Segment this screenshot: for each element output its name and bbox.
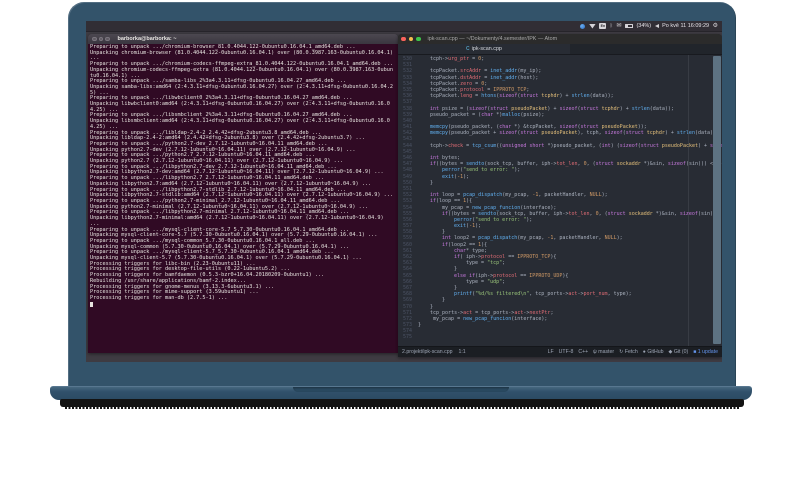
terminal-maximize-button[interactable] xyxy=(105,36,110,42)
atom-window: ipk-scan.cpp — ~/Dokumenty/4.semester/IP… xyxy=(398,34,722,357)
terminal-body[interactable]: Preparing to unpack .../chromium-browser… xyxy=(88,44,398,353)
line-number: 575 xyxy=(402,334,412,341)
session-gear-icon[interactable]: ⚙ xyxy=(713,23,718,29)
terminal-titlebar[interactable]: barborka@barborka: ~ xyxy=(88,34,398,44)
tab-label: ipk-scan.cpp xyxy=(471,46,502,52)
atom-status-bar: 2.projekt/ipk-scan.cpp 1:1 LF UTF-8 C++ ψ ma… xyxy=(398,346,722,357)
status-right: LF UTF-8 C++ ψ master ↻ Fetch ● GitHub ◆ Git (0) ■ 1… xyxy=(548,349,718,355)
git-branch-icon: ψ xyxy=(593,348,597,355)
status-item-label: Fetch xyxy=(624,349,638,355)
keyboard-layout-label: En xyxy=(600,24,606,28)
laptop-mockup: En ᛒ ✉ (34%) Po kvě 11 16:09:29 ⚙ barbor… xyxy=(0,0,800,477)
laptop-lid-notch xyxy=(293,387,509,392)
laptop-bottom-strip xyxy=(60,399,744,409)
status-item-c-[interactable]: C++ xyxy=(578,349,588,355)
laptop-base xyxy=(50,386,752,400)
terminal-window: barborka@barborka: ~ Preparing to unpack… xyxy=(88,34,398,353)
wrap-guide xyxy=(688,55,689,346)
app-indicator-icon[interactable] xyxy=(580,23,586,29)
keyboard-layout-indicator[interactable]: En xyxy=(599,23,607,29)
sync-icon: ↻ xyxy=(619,348,624,355)
status-item-git-0-[interactable]: ◆ Git (0) xyxy=(668,349,688,355)
status-item-label: GitHub xyxy=(647,349,664,355)
code-lines: tcph->urg_ptr = 0; tcpPacket.srcAddr = in… xyxy=(415,55,722,346)
code-line: memcpy(pseudo_packet + sizeof(struct pse… xyxy=(430,130,720,137)
status-file-path[interactable]: 2.projekt/ipk-scan.cpp xyxy=(402,349,452,355)
atom-titlebar[interactable]: ipk-scan.cpp — ~/Dokumenty/4.semester/IP… xyxy=(398,34,722,44)
system-tray: En ᛒ ✉ (34%) Po kvě 11 16:09:29 ⚙ xyxy=(580,23,722,29)
terminal-line: Unpacking libpython2.7-minimal:amd64 (2.… xyxy=(90,215,387,227)
battery-icon[interactable] xyxy=(624,23,634,29)
desktop: En ᛒ ✉ (34%) Po kvě 11 16:09:29 ⚙ barbor… xyxy=(86,21,722,362)
status-cursor-position[interactable]: 1:1 xyxy=(458,349,465,355)
bluetooth-icon[interactable]: ᛒ xyxy=(610,23,613,29)
terminal-line: Unpacking libsmbclient:amd64 (2:4.3.11+d… xyxy=(90,118,390,130)
code-editor[interactable]: 530 531 532 533 534 535 536 537 538 539 540 541 542 5… xyxy=(398,55,722,346)
terminal-line: Processing triggers for man-db (2.7.5-1)… xyxy=(90,294,228,301)
atom-window-title: ipk-scan.cpp — ~/Dokumenty/4.semester/IP… xyxy=(427,36,558,42)
status-item-fetch[interactable]: ↻ Fetch xyxy=(619,349,638,355)
editor-scrollbar[interactable] xyxy=(713,56,721,344)
top-panel: En ᛒ ✉ (34%) Po kvě 11 16:09:29 ⚙ xyxy=(86,21,722,32)
atom-maximize-button[interactable] xyxy=(416,36,421,42)
status-item-1-update[interactable]: ■ 1 update xyxy=(693,349,718,355)
volume-icon[interactable] xyxy=(654,24,659,28)
status-item-github[interactable]: ● GitHub xyxy=(643,349,664,355)
code-gutter: 530 531 532 533 534 535 536 537 538 539 540 541 542 5… xyxy=(398,55,415,346)
terminal-output: Preparing to unpack .../chromium-browser… xyxy=(90,44,396,302)
status-item-master[interactable]: ψ master xyxy=(593,349,614,355)
wifi-icon[interactable] xyxy=(588,23,596,29)
status-item-label: C++ xyxy=(578,349,589,355)
atom-minimize-button[interactable] xyxy=(408,36,413,42)
terminal-minimize-button[interactable] xyxy=(98,36,103,42)
battery-percentage: (34%) xyxy=(636,23,652,29)
status-item-label: Git (0) xyxy=(673,349,689,355)
status-item-lf[interactable]: LF xyxy=(548,349,554,355)
status-item-label: master xyxy=(598,349,615,355)
terminal-title: barborka@barborka: ~ xyxy=(117,36,177,42)
atom-tab-bar: C ipk-scan.cpp xyxy=(398,44,722,55)
status-item-label: UTF-8 xyxy=(558,349,574,355)
status-item-utf-8[interactable]: UTF-8 xyxy=(559,349,574,355)
clock[interactable]: Po kvě 11 16:09:29 xyxy=(662,23,709,29)
code-line: tcph->check = tcp_csum((unsigned short *… xyxy=(430,142,722,149)
status-item-label: 1 update xyxy=(697,349,718,355)
status-item-label: LF xyxy=(547,349,554,355)
git-commit-icon: ◆ xyxy=(668,348,673,355)
status-left: 2.projekt/ipk-scan.cpp 1:1 xyxy=(402,349,466,355)
terminal-close-button[interactable] xyxy=(92,36,97,42)
mail-icon[interactable]: ✉ xyxy=(616,23,621,29)
package-update-icon: ■ xyxy=(693,348,697,355)
terminal-window-buttons xyxy=(92,36,110,42)
cpp-file-icon: C xyxy=(466,46,470,52)
github-icon: ● xyxy=(642,348,646,355)
terminal-cursor xyxy=(90,302,93,307)
tab-ipk-scan-cpp[interactable]: C ipk-scan.cpp xyxy=(398,44,570,54)
atom-close-button[interactable] xyxy=(401,36,406,42)
